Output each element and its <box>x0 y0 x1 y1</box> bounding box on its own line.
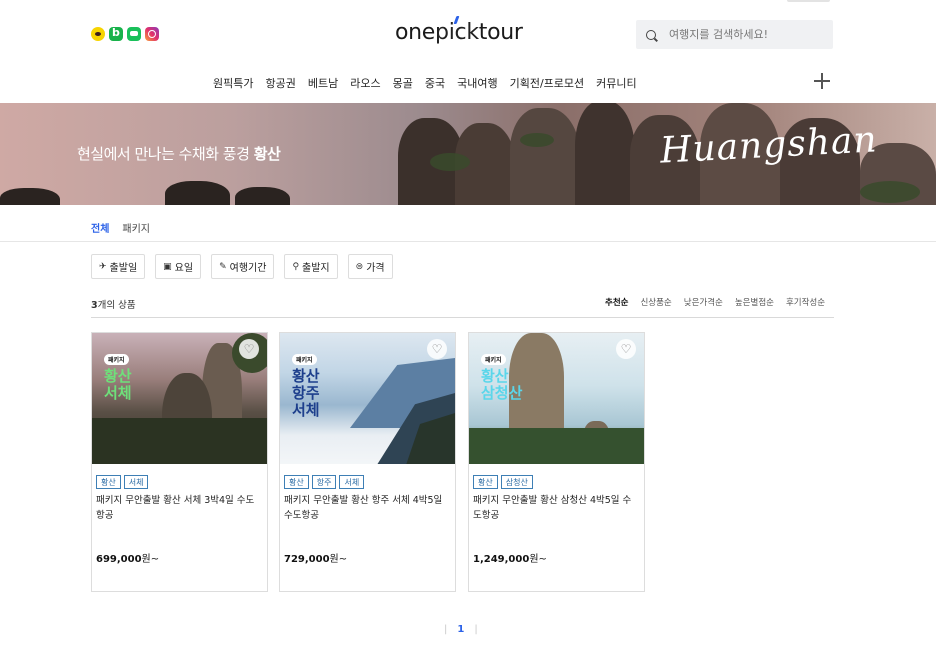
results-divider <box>91 317 834 318</box>
heart-icon[interactable]: ♡ <box>616 339 636 359</box>
kakao-icon[interactable] <box>91 27 105 41</box>
nav-item[interactable]: 기획전/프로모션 <box>510 75 585 91</box>
product-tag: 황산 <box>284 475 309 489</box>
site-logo[interactable]: onepicktour <box>395 16 523 45</box>
product-tag: 삼청산 <box>500 475 533 489</box>
pin-icon: ⚲ <box>292 261 300 272</box>
filter-button[interactable]: ✈ 출발일 <box>91 254 146 279</box>
result-count: 3개의 상품 <box>91 300 136 311</box>
tabs-divider <box>0 241 936 242</box>
banner-tree <box>520 133 554 147</box>
product-tag: 황산 <box>473 475 498 489</box>
product-name[interactable]: 패키지 무안출발 황산 서체 3박4일 수도항공 <box>96 493 262 523</box>
search-input[interactable] <box>669 28 819 41</box>
heart-icon[interactable]: ♡ <box>427 339 447 359</box>
logo-suffix: tour <box>478 20 523 45</box>
filter-label: 출발지 <box>302 263 330 274</box>
package-badge: 패키지 <box>292 354 317 365</box>
calendar-icon: ▣ <box>163 261 172 272</box>
product-price: 699,000원~ <box>96 554 160 565</box>
product-tag: 서체 <box>339 475 365 489</box>
product-tag: 서체 <box>123 475 149 489</box>
kakaotalk-icon[interactable] <box>127 27 141 41</box>
filter-label: 가격 <box>366 263 385 274</box>
product-price: 729,000원~ <box>284 554 348 565</box>
filter-button[interactable]: ▣ 요일 <box>155 254 202 279</box>
sort-option[interactable]: 후기작성순 <box>786 296 825 308</box>
site-header: onepicktour 원픽특가 항공권 베트남 라오스 몽골 중국 국내여행 기획전/프로모… <box>0 0 936 103</box>
instagram-icon[interactable] <box>145 27 159 41</box>
pager-divider: | <box>444 624 448 635</box>
plane-icon: ✈ <box>99 261 107 272</box>
banner-rock <box>235 187 290 205</box>
logo-pick: pick <box>435 20 479 45</box>
product-name[interactable]: 패키지 무안출발 황산 항주 서체 4박5일 수도항공 <box>284 493 450 523</box>
banner-rock <box>0 188 60 205</box>
pagination: | 1 | <box>444 624 478 635</box>
search-icon[interactable] <box>646 29 656 40</box>
nav-item[interactable]: 몽골 <box>393 75 413 91</box>
sort-options: 추천순 신상품순 낮은가격순 높은별점순 후기작성순 <box>605 296 825 308</box>
heart-icon[interactable]: ♡ <box>239 339 259 359</box>
package-badge: 패키지 <box>481 354 506 365</box>
won-icon: ⊜ <box>355 261 364 272</box>
page-number-current[interactable]: 1 <box>457 624 464 635</box>
plus-menu-icon[interactable] <box>813 72 831 90</box>
nav-item[interactable]: 중국 <box>425 75 445 91</box>
banner-tree <box>860 181 920 203</box>
category-tabs: 전체 패키지 <box>91 220 150 235</box>
product-card[interactable]: 패키지 황산 서체 ♡ 황산 서체 패키지 무안출발 황산 서체 3박4일 수도항… <box>91 332 268 592</box>
product-thumbnail[interactable]: 패키지 황산 항주 서체 ♡ <box>280 333 455 464</box>
main-nav: 원픽특가 항공권 베트남 라오스 몽골 중국 국내여행 기획전/프로모션 커뮤니티 <box>213 75 649 91</box>
product-tag: 항주 <box>311 475 337 489</box>
product-tags: 황산 서체 <box>96 475 149 489</box>
filter-button[interactable]: ⚲ 출발지 <box>284 254 338 279</box>
product-card[interactable]: 패키지 황산 항주 서체 ♡ 황산 항주 서체 패키지 무안출발 황산 항주 서체 … <box>279 332 456 592</box>
nav-item[interactable]: 항공권 <box>265 75 295 91</box>
nav-item[interactable]: 커뮤니티 <box>596 75 636 91</box>
nav-item[interactable]: 국내여행 <box>457 75 497 91</box>
sns-links <box>91 26 159 41</box>
tab-package[interactable]: 패키지 <box>122 220 150 235</box>
nav-item[interactable]: 라오스 <box>350 75 380 91</box>
naver-blog-icon[interactable] <box>109 26 123 41</box>
product-tags: 황산 삼청산 <box>473 475 533 489</box>
product-name[interactable]: 패키지 무안출발 황산 삼청산 4박5일 수도항공 <box>473 493 639 523</box>
filter-label: 출발일 <box>109 263 138 274</box>
filter-button[interactable]: ⊜ 가격 <box>347 254 393 279</box>
product-price: 1,249,000원~ <box>473 554 547 565</box>
sort-option[interactable]: 낮은가격순 <box>684 296 723 308</box>
banner-tree <box>430 153 470 171</box>
banner-rock <box>575 103 635 205</box>
product-tags: 황산 항주 서체 <box>284 475 365 489</box>
nav-item[interactable]: 원픽특가 <box>213 75 253 91</box>
filter-label: 여행기간 <box>229 263 267 274</box>
product-card[interactable]: 패키지 황산 삼청산 ♡ 황산 삼청산 패키지 무안출발 황산 삼청산 4박5일 … <box>468 332 645 592</box>
logo-prefix: one <box>395 20 436 45</box>
product-thumbnail[interactable]: 패키지 황산 삼청산 ♡ <box>469 333 644 464</box>
product-tag: 황산 <box>96 475 121 489</box>
thumbnail-title: 황산 항주 서체 <box>292 367 320 419</box>
nav-item[interactable]: 베트남 <box>308 75 338 91</box>
banner-rock <box>165 181 230 205</box>
thumbnail-title: 황산 삼청산 <box>481 367 523 402</box>
sort-option[interactable]: 신상품순 <box>640 296 671 308</box>
package-badge: 패키지 <box>104 354 129 365</box>
pager-divider: | <box>474 624 478 635</box>
banner-rock <box>510 108 580 205</box>
thumbnail-title: 황산 서체 <box>104 367 132 402</box>
tab-all[interactable]: 전체 <box>91 220 109 235</box>
sort-option[interactable]: 추천순 <box>605 296 628 308</box>
filter-bar: ✈ 출발일 ▣ 요일 ✎ 여행기간 ⚲ 출발지 ⊜ 가격 <box>91 254 393 279</box>
filter-label: 요일 <box>174 263 194 274</box>
sort-option[interactable]: 높은별점순 <box>735 296 774 308</box>
hero-banner: 현실에서 만나는 수채화 풍경 황산 Huangshan <box>0 103 936 205</box>
product-thumbnail[interactable]: 패키지 황산 서체 ♡ <box>92 333 267 464</box>
banner-headline: 현실에서 만나는 수채화 풍경 황산 <box>77 145 281 163</box>
search-box <box>636 20 833 49</box>
pencil-icon: ✎ <box>219 261 227 272</box>
filter-button[interactable]: ✎ 여행기간 <box>211 254 275 279</box>
